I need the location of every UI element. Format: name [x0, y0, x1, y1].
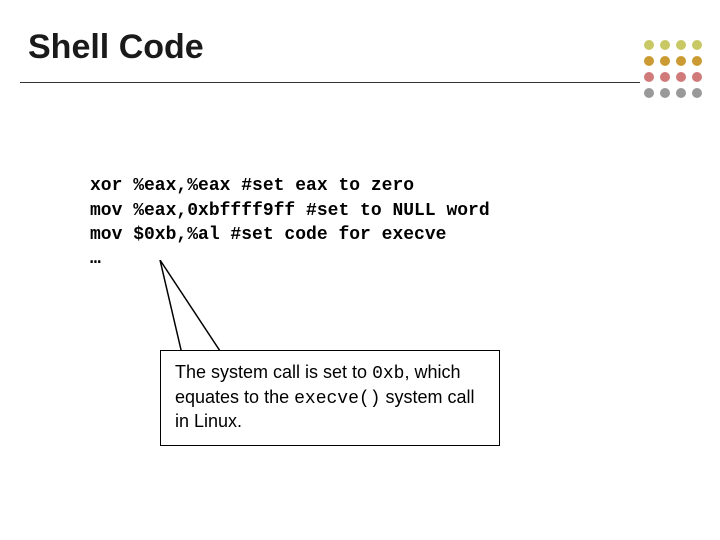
- dot-icon: [644, 88, 654, 98]
- dot-icon: [644, 72, 654, 82]
- dot-icon: [660, 40, 670, 50]
- decorative-dot-grid: [644, 40, 702, 104]
- callout-text: The system call is set to: [175, 362, 372, 382]
- dot-icon: [692, 56, 702, 66]
- dot-icon: [676, 40, 686, 50]
- callout-code: execve(): [294, 389, 380, 409]
- code-line: …: [90, 249, 101, 269]
- dot-icon: [676, 56, 686, 66]
- dot-icon: [676, 88, 686, 98]
- dot-icon: [660, 72, 670, 82]
- dot-icon: [644, 40, 654, 50]
- dot-icon: [692, 88, 702, 98]
- dot-icon: [644, 56, 654, 66]
- callout-box: The system call is set to 0xb, which equ…: [160, 350, 500, 446]
- dot-icon: [676, 72, 686, 82]
- dot-icon: [660, 56, 670, 66]
- callout-code: 0xb: [372, 364, 404, 384]
- dot-icon: [692, 40, 702, 50]
- title-underline: [20, 82, 640, 83]
- assembly-code-block: xor %eax,%eax #set eax to zero mov %eax,…: [90, 150, 490, 271]
- dot-icon: [660, 88, 670, 98]
- code-line: xor %eax,%eax #set eax to zero: [90, 176, 414, 196]
- code-line: mov %eax,0xbffff9ff #set to NULL word: [90, 201, 490, 221]
- callout: The system call is set to 0xb, which equ…: [160, 350, 500, 446]
- slide-title: Shell Code: [28, 28, 204, 67]
- dot-icon: [692, 72, 702, 82]
- code-line: mov $0xb,%al #set code for execve: [90, 225, 446, 245]
